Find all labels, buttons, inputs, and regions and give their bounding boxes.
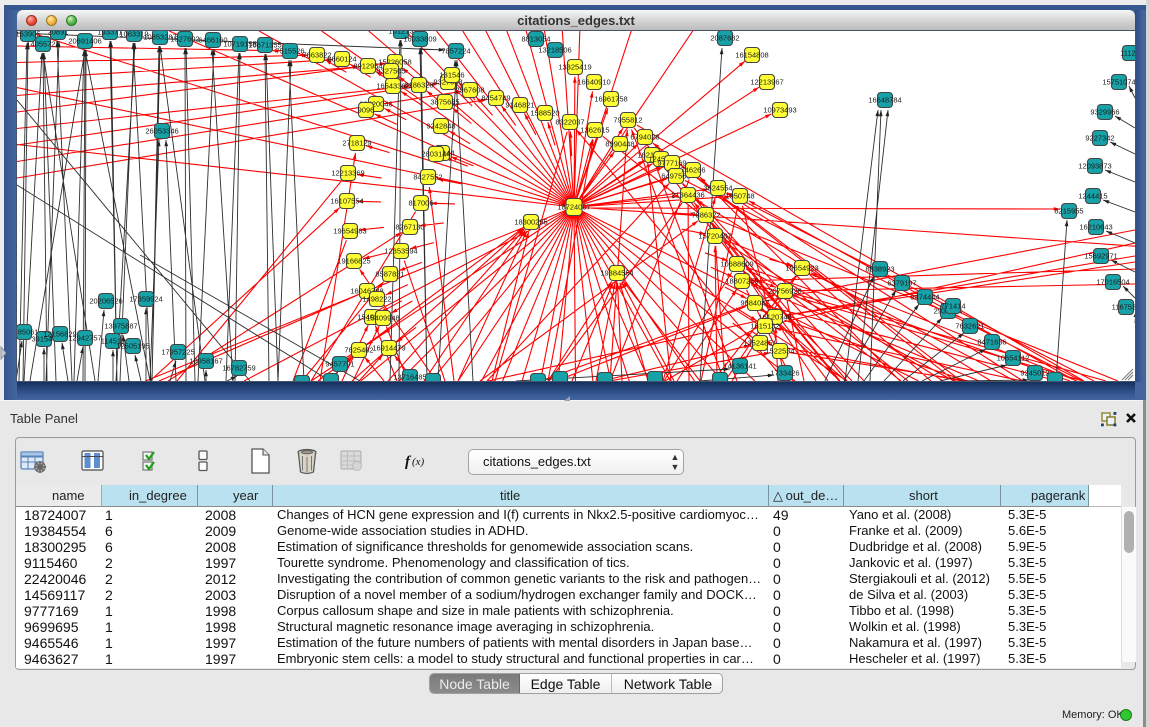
svg-text:19384554: 19384554 <box>600 269 633 278</box>
svg-text:15692971: 15692971 <box>1084 252 1117 261</box>
svg-text:1244415: 1244415 <box>1078 192 1107 201</box>
svg-text:19654983: 19654983 <box>333 227 366 236</box>
svg-text:6379197: 6379197 <box>887 279 916 288</box>
svg-text:8587831: 8587831 <box>375 270 404 279</box>
svg-text:17359924: 17359924 <box>129 295 162 304</box>
svg-text:14055721: 14055721 <box>26 40 59 49</box>
svg-text:18300295: 18300295 <box>514 218 547 227</box>
svg-text:8215955: 8215955 <box>1054 207 1083 216</box>
svg-text:10973493: 10973493 <box>763 106 796 115</box>
svg-text:16210643: 16210643 <box>1079 223 1112 232</box>
svg-text:13716485: 13716485 <box>393 373 426 382</box>
svg-text:8427552: 8427552 <box>413 173 442 182</box>
svg-text:6794028: 6794028 <box>630 133 659 142</box>
svg-text:17957225: 17957225 <box>161 348 194 357</box>
svg-text:16648784: 16648784 <box>868 96 901 105</box>
svg-text:1498222: 1498222 <box>362 295 391 304</box>
svg-text:9474444: 9474444 <box>910 293 939 302</box>
svg-text:9329966: 9329966 <box>1090 108 1119 117</box>
svg-text:17016504: 17016504 <box>1096 278 1129 287</box>
svg-text:12213369: 12213369 <box>331 169 364 178</box>
svg-text:19166825: 19166825 <box>337 257 370 266</box>
svg-text:7955812: 7955812 <box>613 116 642 125</box>
svg-text:9242848: 9242848 <box>426 122 455 131</box>
svg-text:26053346: 26053346 <box>145 127 178 136</box>
svg-text:9096: 9096 <box>358 106 375 115</box>
svg-text:2718129: 2718129 <box>342 139 371 148</box>
svg-text:9327505: 9327505 <box>376 67 405 76</box>
svg-text:7625402: 7625402 <box>344 346 373 355</box>
svg-text:771414: 771414 <box>940 302 965 311</box>
svg-text:15751074: 15751074 <box>1102 78 1135 87</box>
svg-text:817006: 817006 <box>408 199 433 208</box>
svg-text:16914479: 16914479 <box>372 344 405 353</box>
svg-text:9245012: 9245012 <box>1020 369 1049 378</box>
svg-text:1615132: 1615132 <box>750 322 779 331</box>
svg-text:f: f <box>405 454 412 470</box>
svg-text:8660124: 8660124 <box>327 55 356 64</box>
svg-text:3875685: 3875685 <box>430 98 459 107</box>
svg-text:20756928: 20756928 <box>768 287 801 296</box>
svg-text:131546: 131546 <box>439 71 464 80</box>
svg-text:10958167: 10958167 <box>189 357 222 366</box>
svg-text:11123: 11123 <box>1120 49 1135 58</box>
svg-text:1362615: 1362615 <box>580 126 609 135</box>
svg-text:16640910: 16640910 <box>577 78 610 87</box>
svg-text:7632621: 7632621 <box>955 322 984 331</box>
svg-text:2803144: 2803144 <box>421 150 450 159</box>
svg-text:12505195: 12505195 <box>116 342 149 351</box>
svg-text:10688609: 10688609 <box>720 260 753 269</box>
svg-text:12213967: 12213967 <box>750 78 783 87</box>
svg-text:8938923: 8938923 <box>865 265 894 274</box>
svg-text:9227342: 9227342 <box>1085 134 1114 143</box>
svg-text:1522534: 1522534 <box>765 347 794 356</box>
svg-text:2087682: 2087682 <box>710 34 739 43</box>
svg-text:746266: 746266 <box>680 166 705 175</box>
svg-text:16961758: 16961758 <box>594 95 627 104</box>
svg-text:15720407: 15720407 <box>698 232 731 241</box>
svg-text:9457791: 9457791 <box>325 360 354 369</box>
svg-text:20206526: 20206526 <box>89 297 122 306</box>
svg-text:13218506: 13218506 <box>538 46 571 55</box>
svg-text:8186328: 8186328 <box>404 81 433 90</box>
svg-text:8813054: 8813054 <box>521 35 550 44</box>
svg-text:20891: 20891 <box>48 31 69 37</box>
svg-text:1733426: 1733426 <box>770 369 799 378</box>
svg-text:(x): (x) <box>412 456 425 468</box>
svg-text:7886322: 7886322 <box>691 211 720 220</box>
svg-text:20691406: 20691406 <box>68 37 101 46</box>
svg-text:14136141: 14136141 <box>723 362 756 371</box>
svg-text:7515526: 7515526 <box>275 47 304 56</box>
svg-text:10654112: 10654112 <box>997 354 1030 363</box>
svg-text:16107554: 16107554 <box>330 197 363 206</box>
svg-text:16154808: 16154808 <box>735 51 768 60</box>
svg-text:12353594: 12353594 <box>384 247 417 256</box>
svg-text:13975887: 13975887 <box>104 322 137 331</box>
svg-text:21364436: 21364436 <box>671 191 704 200</box>
svg-text:19654923: 19654923 <box>785 264 818 273</box>
svg-text:16033809: 16033809 <box>403 35 436 44</box>
svg-text:1167533: 1167533 <box>1112 303 1135 312</box>
svg-text:1527602: 1527602 <box>170 35 199 44</box>
svg-text:12093873: 12093873 <box>1078 162 1111 171</box>
svg-text:8471636: 8471636 <box>977 338 1006 347</box>
svg-text:18724007: 18724007 <box>557 203 590 212</box>
svg-text:2967608: 2967608 <box>455 86 484 95</box>
svg-text:12942757: 12942757 <box>68 334 101 343</box>
svg-text:18807269: 18807269 <box>725 277 758 286</box>
svg-text:1588520: 1588520 <box>530 109 559 118</box>
svg-text:7857224: 7857224 <box>441 47 470 56</box>
svg-text:15409948: 15409948 <box>366 314 399 323</box>
svg-text:13325419: 13325419 <box>558 63 591 72</box>
svg-text:16782759: 16782759 <box>222 364 255 373</box>
svg-text:8267130: 8267130 <box>395 223 424 232</box>
svg-text:1050748: 1050748 <box>725 192 754 201</box>
svg-text:9684047: 9684047 <box>740 299 769 308</box>
